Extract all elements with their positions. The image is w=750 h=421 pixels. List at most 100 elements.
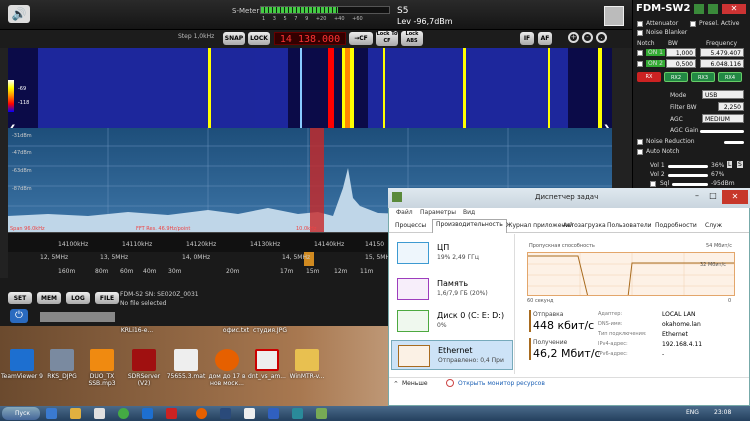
vol2-slider[interactable]	[668, 174, 708, 177]
tray-clock[interactable]: 23:08	[714, 409, 731, 416]
notch2-checkbox[interactable]	[637, 61, 643, 67]
lock-abs-button[interactable]: Lock ABS	[401, 31, 423, 46]
menu-file[interactable]: Файл	[396, 209, 413, 216]
minimize-icon[interactable]: –	[690, 191, 704, 203]
list-item-ethernet[interactable]: Ethernet Отправлено: 0,4 При	[391, 340, 513, 370]
power-icon[interactable]: ⏻	[10, 309, 28, 323]
tab-details[interactable]: Подробности	[652, 221, 700, 230]
maximize-icon[interactable]	[708, 4, 718, 14]
meter-tick: 15m	[306, 268, 320, 275]
desktop-icon-sdrserver[interactable]: SDRServer (V2)	[122, 349, 166, 387]
desktop-label[interactable]: студия.JPG	[248, 327, 292, 334]
list-item-cpu[interactable]: ЦП 19% 2,49 ГГц	[391, 238, 513, 268]
tab-performance[interactable]: Производительность	[432, 219, 507, 233]
chevron-up-icon[interactable]: ⌃	[393, 380, 399, 388]
rx2-button[interactable]: RX2	[664, 72, 688, 82]
frequency-display[interactable]: 14 138.000	[274, 32, 346, 45]
desktop-icon-image[interactable]: RKS_DJPG	[40, 349, 84, 380]
taskbar-doc-icon[interactable]	[244, 408, 255, 419]
taskbar-ie-icon[interactable]	[46, 408, 57, 419]
notch1-freq[interactable]: 5.479.407	[700, 48, 744, 57]
waterfall[interactable]	[8, 48, 612, 128]
desktop-icon-firefox[interactable]: дом до 17 в нов моск...	[205, 349, 249, 387]
minimize-icon[interactable]	[694, 4, 704, 14]
if-button[interactable]: IF	[520, 32, 534, 45]
desktop-icon-file[interactable]: 75655.3.mat	[164, 349, 208, 380]
attenuator-checkbox[interactable]	[637, 21, 643, 27]
desktop-icon-teamviewer[interactable]: TeamViewer 9	[0, 349, 44, 380]
adapter-value: LOCAL LAN	[662, 311, 696, 318]
maximize-icon[interactable]: □	[706, 191, 720, 203]
notch2-freq[interactable]: 6.048.116	[700, 59, 744, 68]
taskmgr-app-icon	[392, 192, 402, 202]
notch1-checkbox[interactable]	[637, 50, 643, 56]
list-item-disk[interactable]: Диск 0 (C: E: D:) 0%	[391, 306, 513, 336]
taskbar-app3-icon[interactable]	[268, 408, 279, 419]
log-button[interactable]: LOG	[66, 292, 90, 304]
tab-users[interactable]: Пользователи	[604, 221, 655, 230]
desktop-label[interactable]: KRLi16-e...	[112, 327, 162, 334]
fullscreen-icon[interactable]	[604, 6, 624, 26]
vol-l-button[interactable]: L	[727, 161, 733, 168]
notch1-bw[interactable]: 1,000	[666, 48, 696, 57]
snap-button[interactable]: SNAP	[223, 32, 245, 45]
vol1-slider[interactable]	[668, 165, 708, 168]
taskbar-sdr-icon[interactable]	[166, 408, 177, 419]
nr-slider[interactable]	[724, 141, 744, 144]
sql-slider[interactable]	[672, 183, 708, 186]
tab-startup[interactable]: Автозагрузка	[560, 221, 609, 230]
speaker-icon[interactable]: 🔊	[8, 5, 30, 23]
less-details-link[interactable]: Меньше	[402, 380, 428, 387]
playback-controls[interactable]	[40, 312, 115, 322]
mem-button[interactable]: MEM	[37, 292, 61, 304]
set-button[interactable]: SET	[8, 292, 32, 304]
on1-label[interactable]: ON 1	[646, 49, 665, 56]
desktop-icon-pdf[interactable]: dnt_vs_am...	[245, 349, 289, 380]
taskbar-app2-icon[interactable]	[220, 408, 231, 419]
taskbar-teamviewer-icon[interactable]	[142, 408, 153, 419]
taskbar-app4-icon[interactable]	[292, 408, 303, 419]
resource-monitor-link[interactable]: Открыть монитор ресурсов	[458, 380, 545, 387]
desktop-icon-folder[interactable]: WinMTR-v...	[285, 349, 329, 380]
lock-button[interactable]: LOCK	[248, 32, 270, 45]
start-button[interactable]: Пуск	[2, 407, 40, 420]
presel-checkbox[interactable]	[690, 21, 696, 27]
zoom-out-icon[interactable]: -	[582, 32, 593, 43]
menu-view[interactable]: Вид	[463, 209, 475, 216]
rx4-button[interactable]: RX4	[718, 72, 742, 82]
list-item-memory[interactable]: Память 1,6/7,9 ГБ (20%)	[391, 274, 513, 304]
menu-options[interactable]: Параметры	[420, 209, 456, 216]
tray-language[interactable]: ENG	[686, 409, 699, 416]
taskbar-taskmgr-icon[interactable]	[316, 408, 327, 419]
file-button[interactable]: FILE	[95, 292, 119, 304]
rx3-button[interactable]: RX3	[691, 72, 715, 82]
lock-to-cf-button[interactable]: Lock To CF	[376, 31, 398, 46]
taskbar-chrome-icon[interactable]	[118, 408, 129, 419]
noise-reduction-checkbox[interactable]	[637, 139, 643, 145]
af-button[interactable]: AF	[538, 32, 552, 45]
meter-tick: 11m	[360, 268, 374, 275]
sql-checkbox[interactable]	[650, 181, 656, 187]
notch2-bw[interactable]: 0,500	[666, 59, 696, 68]
mode-select[interactable]: USB	[702, 90, 744, 99]
taskbar-explorer-icon[interactable]	[70, 408, 81, 419]
zoom-in-icon[interactable]: +	[568, 32, 579, 43]
auto-notch-checkbox[interactable]	[637, 149, 643, 155]
tab-processes[interactable]: Процессы	[392, 221, 429, 230]
close-icon[interactable]: ✕	[722, 190, 748, 204]
agc-gain-slider[interactable]	[700, 130, 744, 133]
taskbar-app-icon[interactable]	[94, 408, 105, 419]
filter-passband[interactable]	[310, 128, 324, 232]
filter-bw-input[interactable]: 2,250	[718, 102, 744, 111]
vol-s-button[interactable]: S	[737, 161, 743, 168]
to-cf-button[interactable]: →CF	[349, 32, 373, 45]
agc-select[interactable]: MEDIUM	[702, 114, 744, 123]
desktop-icon-vlc[interactable]: DUO_TX SSB.mp3	[80, 349, 124, 387]
tab-services[interactable]: Служ	[702, 221, 725, 230]
zoom-reset-icon[interactable]: .	[596, 32, 607, 43]
noise-blanker-checkbox[interactable]	[637, 30, 643, 36]
taskbar-firefox-icon[interactable]	[196, 408, 207, 419]
on2-label[interactable]: ON 2	[646, 60, 665, 67]
close-icon[interactable]: ✕	[722, 4, 746, 14]
rx1-button[interactable]: RX	[637, 72, 661, 82]
